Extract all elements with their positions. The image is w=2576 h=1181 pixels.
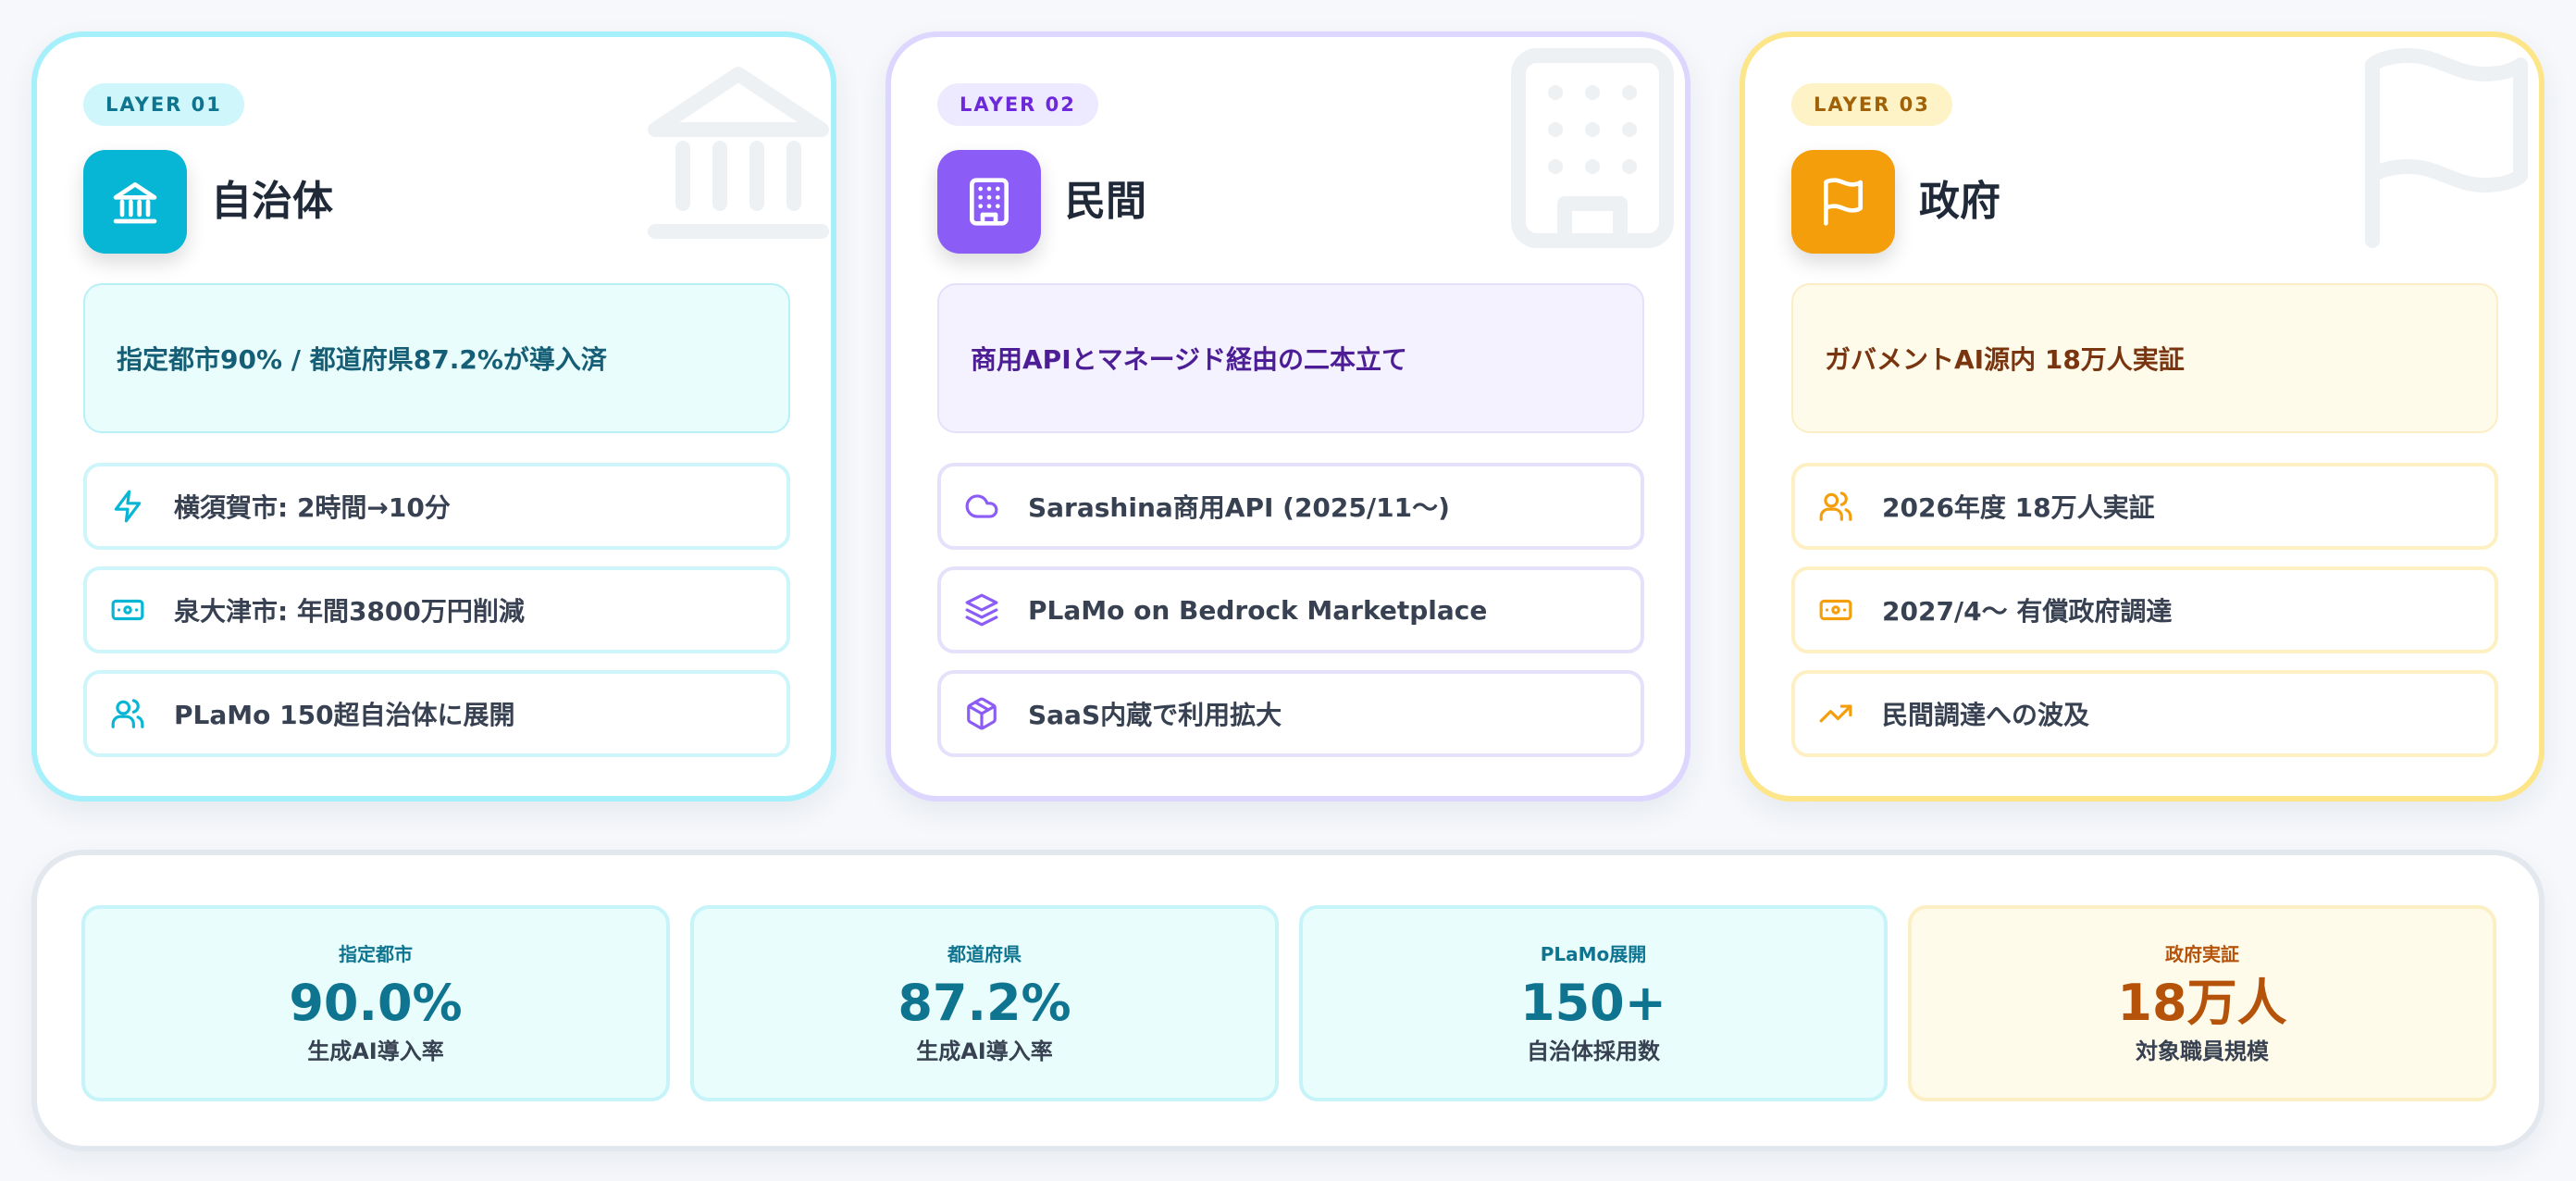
stat-card-designated-cities: 指定都市 90.0% 生成AI導入率 [81,905,670,1101]
stat-card-prefectures: 都道府県 87.2% 生成AI導入率 [690,905,1279,1101]
item-text: 横須賀市: 2時間→10分 [174,492,451,523]
trending-up-icon [1817,695,1854,732]
list-item: PLaMo on Bedrock Marketplace [937,566,1644,653]
item-text: 民間調達への波及 [1882,700,2090,730]
card-title: 民間 [1065,178,1146,225]
highlight-box: ガバメントAI源内 18万人実証 [1791,283,2498,433]
list-item: 泉大津市: 年間3800万円削減 [83,566,790,653]
landmark-icon [648,67,829,239]
stat-label: 指定都市 [339,943,413,965]
list-item: 横須賀市: 2時間→10分 [83,463,790,550]
flag-icon [2365,48,2528,248]
item-text: SaaS内蔵で利用拡大 [1028,700,1282,730]
item-text: PLaMo 150超自治体に展開 [174,700,515,730]
item-text: 2027/4〜 有償政府調達 [1882,596,2173,627]
stat-card-plamo: PLaMo展開 150+ 自治体採用数 [1299,905,1888,1101]
list-item: 2027/4〜 有償政府調達 [1791,566,2498,653]
layers-icon [963,591,1000,628]
item-text: PLaMo on Bedrock Marketplace [1028,594,1488,626]
card-title: 自治体 [211,178,333,225]
stat-sub: 生成AI導入率 [307,1038,444,1064]
stat-label: 政府実証 [2165,943,2239,965]
stats-panel: 指定都市 90.0% 生成AI導入率 都道府県 87.2% 生成AI導入率 PL… [31,850,2545,1151]
stat-label: PLaMo展開 [1540,943,1647,965]
users-icon [109,695,146,732]
users-icon [1817,488,1854,525]
layer-card-government: LAYER 03 政府 ガバメントAI源内 18万人実証 2026年度 18万人… [1740,31,2545,802]
stat-value: 87.2% [898,974,1071,1032]
layer-card-municipality: LAYER 01 自治体 指定都市90% / 都道府県87.2%が導入済 横須賀… [31,31,836,802]
stat-card-government: 政府実証 18万人 対象職員規模 [1908,905,2496,1101]
stat-value: 18万人 [2117,974,2287,1032]
item-list: Sarashina商用API (2025/11〜) PLaMo on Bedro… [937,463,1644,774]
landmark-icon [83,150,187,254]
highlight-box: 商用APIとマネージド経由の二本立て [937,283,1644,433]
banknote-icon [1817,591,1854,628]
list-item: 民間調達への波及 [1791,670,2498,757]
list-item: PLaMo 150超自治体に展開 [83,670,790,757]
list-item: SaaS内蔵で利用拡大 [937,670,1644,757]
layer-pill: LAYER 01 [83,83,244,126]
stat-value: 90.0% [289,974,463,1032]
zap-icon [109,488,146,525]
list-item: Sarashina商用API (2025/11〜) [937,463,1644,550]
item-text: 泉大津市: 年間3800万円削減 [174,596,525,627]
stat-sub: 生成AI導入率 [916,1038,1053,1064]
banknote-icon [109,591,146,628]
item-list: 2026年度 18万人実証 2027/4〜 有償政府調達 民間調達への波及 [1791,463,2498,774]
cloud-icon [963,488,1000,525]
layer-card-private: LAYER 02 民間 商用APIとマネージド経由の二本立て Sarashina… [886,31,1690,802]
layer-pill: LAYER 02 [937,83,1098,126]
building-icon [1511,48,1674,248]
flag-icon [1791,150,1895,254]
stat-sub: 自治体採用数 [1527,1038,1660,1064]
stat-label: 都道府県 [947,943,1022,965]
stat-value: 150+ [1520,974,1666,1032]
list-item: 2026年度 18万人実証 [1791,463,2498,550]
card-title: 政府 [1919,178,2000,225]
highlight-box: 指定都市90% / 都道府県87.2%が導入済 [83,283,790,433]
item-list: 横須賀市: 2時間→10分 泉大津市: 年間3800万円削減 PLaMo 150… [83,463,790,774]
layer-pill: LAYER 03 [1791,83,1952,126]
item-text: 2026年度 18万人実証 [1882,492,2155,523]
building-icon [937,150,1041,254]
package-icon [963,695,1000,732]
item-text: Sarashina商用API (2025/11〜) [1028,492,1450,523]
stat-sub: 対象職員規模 [2136,1038,2269,1064]
